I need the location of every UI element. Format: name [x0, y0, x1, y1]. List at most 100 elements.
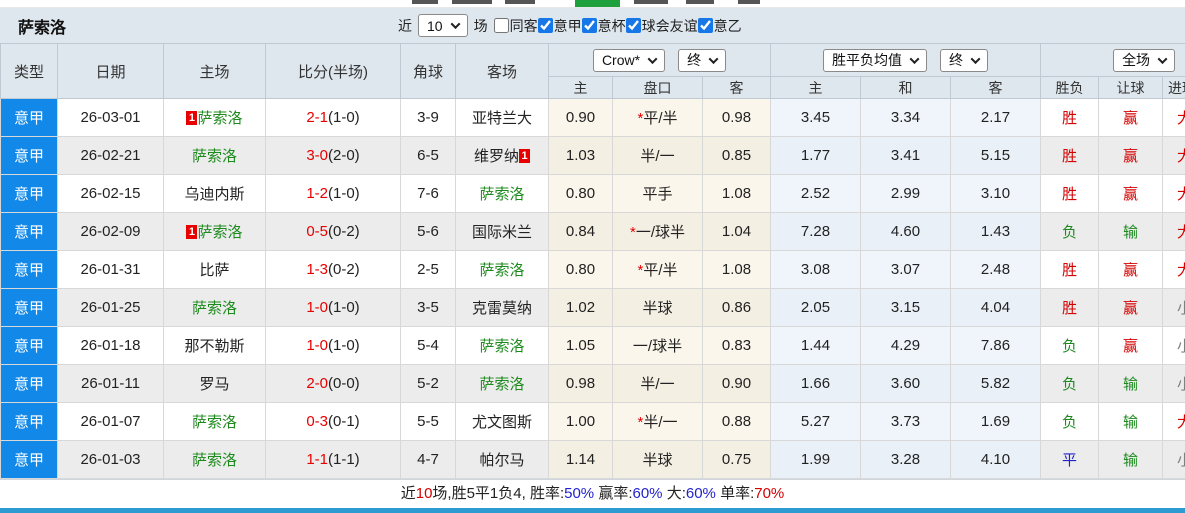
home-team-link[interactable]: 萨索洛 — [192, 300, 237, 317]
summary-segment: 单率: — [715, 485, 755, 502]
summary-segment: 60% — [632, 485, 663, 502]
home-team-link[interactable]: 那不勒斯 — [184, 338, 244, 355]
table-row: 意甲 26-03-01 1 萨索洛 2-1(1-0) 3-9 亚特兰大 0.90 … — [0, 98, 1185, 137]
avg-home-odds: 3.08 — [800, 261, 831, 278]
home-team-link[interactable]: 萨索洛 — [192, 148, 237, 165]
games-label: 场 — [473, 17, 488, 34]
away-team-link[interactable]: 克雷莫纳 — [472, 300, 532, 317]
home-odds-cell: 0.98 — [548, 364, 613, 403]
home-odds: 1.05 — [565, 337, 596, 354]
subcol-avg-home: 主 — [770, 76, 862, 99]
result-cell: 胜 — [1040, 288, 1100, 327]
away-odds: 1.08 — [721, 261, 752, 278]
checkbox-input[interactable] — [493, 18, 509, 33]
handicap-result-cell: 赢 — [1098, 136, 1164, 175]
away-team-link[interactable]: 萨索洛 — [479, 338, 524, 355]
away-team-link[interactable]: 萨索洛 — [479, 262, 524, 279]
home-team-link[interactable]: 萨索洛 — [197, 110, 242, 127]
odds-time-select-2[interactable]: 终 — [940, 48, 989, 72]
home-odds: 0.80 — [565, 261, 596, 278]
away-team-link[interactable]: 萨索洛 — [479, 186, 524, 203]
home-team-link[interactable]: 罗马 — [199, 376, 229, 393]
halftime-score: (0-1) — [328, 413, 360, 430]
avg-draw-odds: 4.29 — [890, 337, 921, 354]
corner-count: 5-6 — [417, 223, 439, 240]
handicap-result-cell: 输 — [1098, 212, 1164, 251]
away-team-link[interactable]: 国际米兰 — [472, 224, 532, 241]
score-cell: 0-3(0-1) — [265, 402, 401, 441]
avg-home-cell: 2.52 — [770, 174, 862, 213]
home-odds: 1.03 — [565, 147, 596, 164]
away-team-cell: 萨索洛 — [455, 174, 549, 213]
checkbox-input[interactable] — [625, 18, 641, 33]
filter-checkbox-3[interactable]: 球会友谊 — [625, 16, 698, 36]
checkbox-input[interactable] — [581, 18, 597, 33]
away-odds-cell: 0.85 — [701, 136, 772, 175]
home-odds: 1.00 — [565, 413, 596, 430]
avg-home-cell: 1.99 — [770, 440, 862, 479]
match-date: 26-02-15 — [80, 185, 141, 202]
halftime-score: (1-0) — [328, 185, 360, 202]
away-team-link[interactable]: 亚特兰大 — [472, 110, 532, 127]
avg-home-cell: 1.77 — [770, 136, 862, 175]
odds-company-select[interactable]: Crow* — [592, 48, 666, 72]
over-under-label: 大 — [1177, 148, 1185, 165]
chevron-down-icon — [970, 53, 981, 64]
avg-away-odds: 5.15 — [980, 147, 1011, 164]
league-label: 意甲 — [13, 224, 44, 241]
league-label: 意甲 — [13, 262, 44, 279]
home-team-link[interactable]: 萨索洛 — [192, 414, 237, 431]
filter-checkbox-2[interactable]: 意杯 — [581, 16, 626, 36]
halftime-score: (0-2) — [328, 261, 360, 278]
handicap-cell: 一/球半 — [612, 326, 703, 365]
home-team-link[interactable]: 萨索洛 — [197, 224, 242, 241]
corner-cell: 4-7 — [400, 440, 456, 479]
chevron-down-icon — [1157, 53, 1168, 64]
near-count-select[interactable]: 10 — [418, 14, 468, 37]
table-row: 意甲 26-01-07 萨索洛 0-3(0-1) 5-5 尤文图斯 1.00 *… — [0, 402, 1185, 441]
away-team-link[interactable]: 维罗纳 — [474, 148, 519, 165]
date-cell: 26-01-31 — [57, 250, 164, 289]
handicap-result-cell: 赢 — [1098, 174, 1164, 213]
handicap-cell: *平/半 — [612, 98, 703, 137]
rank-badge: 1 — [186, 225, 198, 239]
home-odds: 0.80 — [565, 185, 596, 202]
fulltime-score: 2-1 — [306, 109, 328, 126]
home-team-link[interactable]: 比萨 — [199, 262, 229, 279]
score-cell: 2-1(1-0) — [265, 98, 401, 137]
fulltime-score: 1-0 — [306, 337, 328, 354]
checkbox-input[interactable] — [537, 18, 553, 33]
away-odds: 0.88 — [721, 413, 752, 430]
home-team-link[interactable]: 乌迪内斯 — [184, 186, 244, 203]
avg-home-cell: 1.66 — [770, 364, 862, 403]
filter-checkbox-1[interactable]: 意甲 — [537, 16, 582, 36]
avg-odds-select[interactable]: 胜平负均值 — [823, 48, 928, 72]
league-cell: 意甲 — [0, 288, 58, 327]
halftime-score: (1-0) — [328, 337, 360, 354]
avg-away-cell: 2.48 — [950, 250, 1042, 289]
away-team-link[interactable]: 萨索洛 — [479, 376, 524, 393]
filter-checkbox-0[interactable]: 同客 — [493, 16, 538, 36]
away-team-link[interactable]: 帕尔马 — [479, 452, 524, 469]
checkbox-input[interactable] — [697, 18, 713, 33]
avg-draw-odds: 3.41 — [890, 147, 921, 164]
away-team-link[interactable]: 尤文图斯 — [472, 414, 532, 431]
odds-time-select-1[interactable]: 终 — [678, 48, 727, 72]
clipped-text-fragment — [686, 0, 714, 4]
avg-draw-cell: 3.15 — [860, 288, 952, 327]
scope-select[interactable]: 全场 — [1113, 48, 1176, 72]
odds-time-value-2: 终 — [949, 52, 964, 68]
corner-count: 5-5 — [417, 413, 439, 430]
over-under-label: 大 — [1177, 110, 1185, 127]
away-team-cell: 尤文图斯 — [455, 402, 549, 441]
result-label: 平 — [1062, 452, 1078, 469]
home-team-link[interactable]: 萨索洛 — [192, 452, 237, 469]
filter-checkbox-4[interactable]: 意乙 — [697, 16, 742, 36]
away-odds-cell: 1.08 — [701, 174, 772, 213]
match-history-table: 类型 日期 主场 比分(半场) 角球 客场 Crow* 终 胜平负均值 终 全场… — [0, 43, 1185, 479]
handicap-cell: 半/一 — [612, 136, 703, 175]
active-tab-button[interactable] — [575, 0, 620, 7]
result-cell: 胜 — [1040, 250, 1100, 289]
subcol-result: 胜负 — [1040, 76, 1100, 99]
checkbox-label: 意杯 — [597, 17, 626, 34]
